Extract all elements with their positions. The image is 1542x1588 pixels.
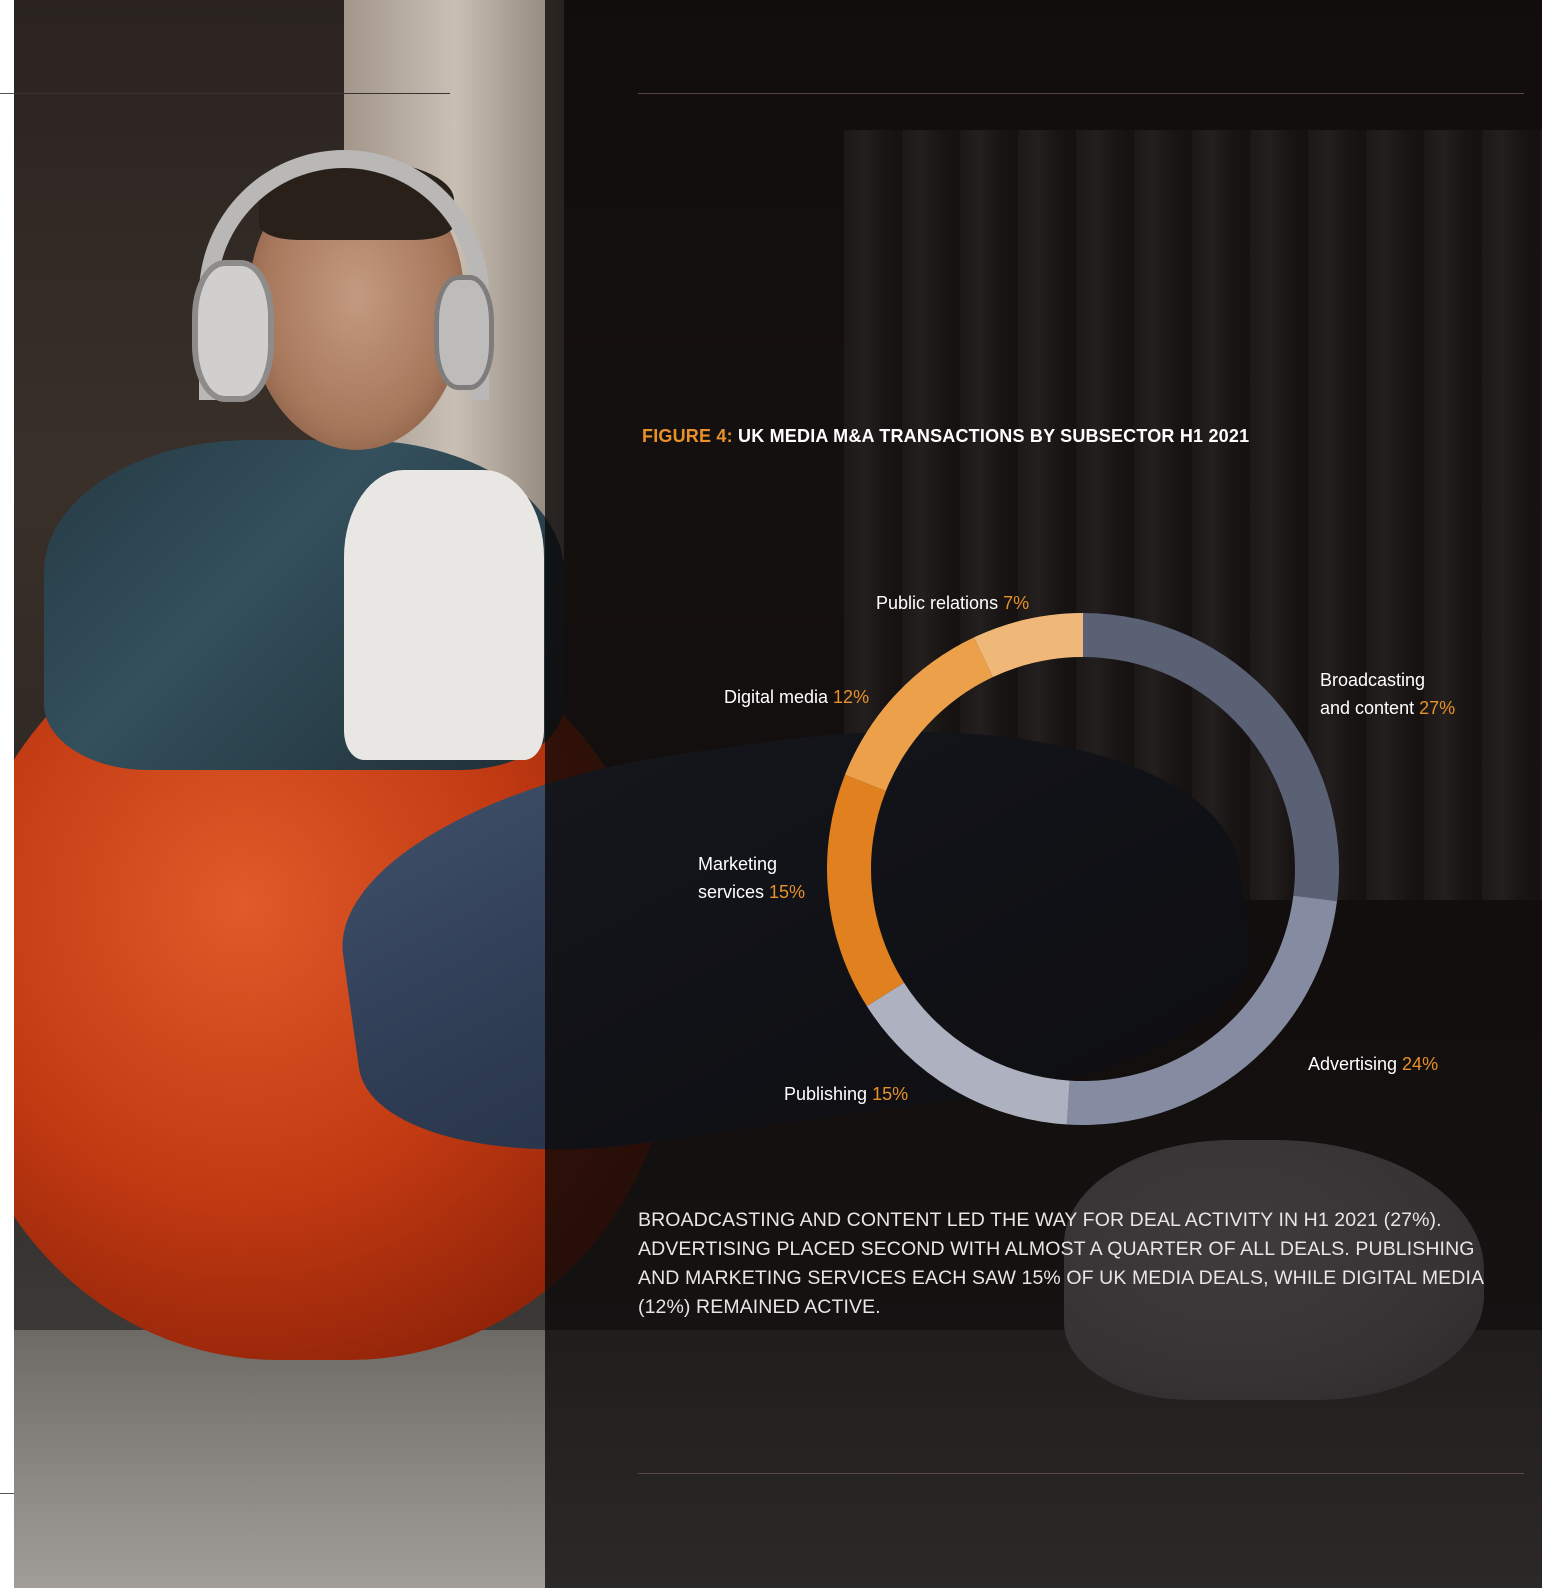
slice-label: Public relations 7% <box>876 589 1029 617</box>
slice-percent: 15% <box>872 1084 909 1104</box>
slice-label-line: services 15% <box>698 882 806 902</box>
slice-label-line: Advertising 24% <box>1308 1054 1439 1074</box>
donut-slice-public-relations <box>974 613 1083 678</box>
slice-label-line: Digital media 12% <box>724 687 870 707</box>
slice-percent: 12% <box>833 687 870 707</box>
slice-percent: 15% <box>769 882 806 902</box>
donut-slice-digital-media <box>844 637 993 791</box>
slice-percent: 27% <box>1419 698 1456 718</box>
slice-label-line: and content 27% <box>1320 698 1456 718</box>
slice-label: Broadcasting and content 27% <box>1320 666 1455 722</box>
donut-slice-advertising <box>1066 895 1337 1126</box>
slice-label: Advertising 24% <box>1308 1050 1438 1078</box>
summary-text: BROADCASTING AND CONTENT LED THE WAY FOR… <box>638 1209 1483 1318</box>
slice-percent: 7% <box>1003 593 1030 613</box>
donut-slice-marketing-services <box>827 774 905 1007</box>
slice-label-line: Marketing <box>698 854 778 874</box>
slice-label: Digital media 12% <box>724 683 869 711</box>
slice-label: Publishing 15% <box>784 1080 908 1108</box>
slice-label-line: Publishing 15% <box>784 1084 909 1104</box>
slice-label-line: Public relations 7% <box>876 593 1030 613</box>
slice-label: Marketing services 15% <box>698 850 805 906</box>
slice-label-line: Broadcasting <box>1320 670 1426 690</box>
slice-percent: 24% <box>1402 1054 1439 1074</box>
donut-chart <box>827 613 1339 1126</box>
donut-slice-broadcasting-and-content <box>1083 613 1339 902</box>
